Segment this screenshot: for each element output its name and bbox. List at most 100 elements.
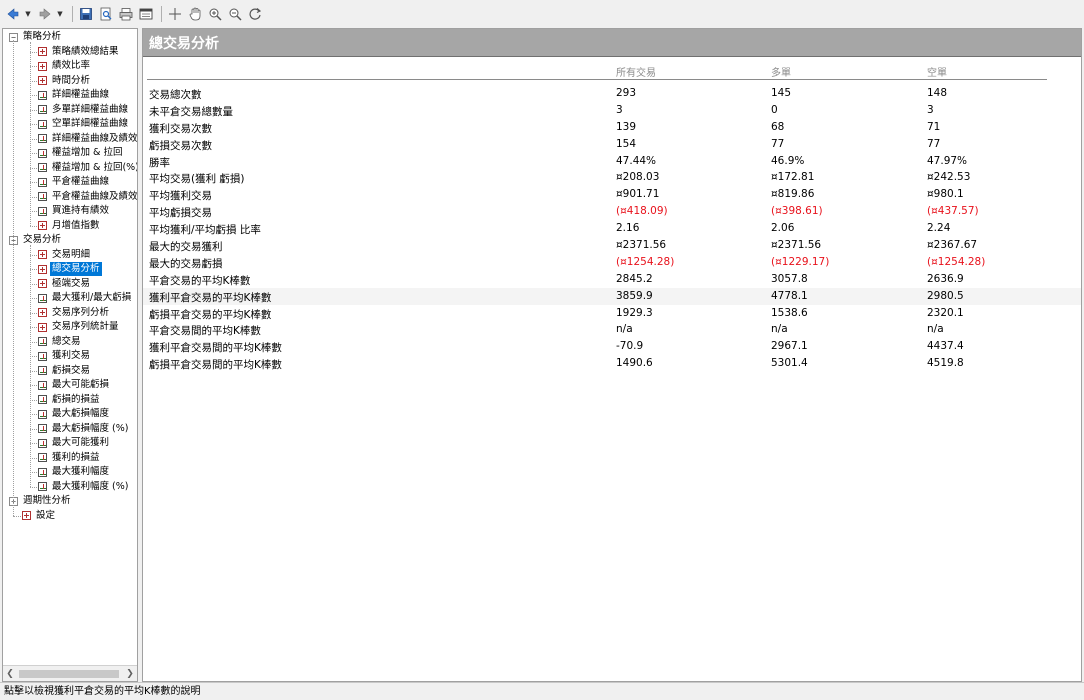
table-row[interactable]: 未平倉交易總數量 3 0 3	[143, 102, 1081, 119]
header-divider	[147, 79, 1047, 80]
tree-item[interactable]: 虧損的損益	[38, 393, 102, 407]
cell-all-trades: 47.44%	[616, 154, 657, 167]
tree-connector	[30, 196, 37, 198]
tree-item-settings[interactable]: 設定	[22, 509, 57, 523]
table-row[interactable]: 交易總次數 293 145 148	[143, 85, 1081, 102]
tree-item[interactable]: 空單詳細權益曲線	[38, 117, 130, 131]
window-icon[interactable]	[137, 5, 155, 23]
save-icon[interactable]	[77, 5, 95, 23]
tree-connector	[30, 341, 37, 343]
table-row[interactable]: 最大的交易獲利 ¤2371.56 ¤2371.56 ¤2367.67	[143, 237, 1081, 254]
tree-item[interactable]: 月增值指數	[38, 219, 102, 233]
tree-item[interactable]: 交易序列統計量	[38, 320, 121, 334]
forward-icon[interactable]	[36, 5, 54, 23]
zoom-out-icon[interactable]	[226, 5, 244, 23]
row-label: 平均獲利/平均虧損 比率	[149, 224, 261, 237]
scroll-right-icon[interactable]: ❯	[123, 667, 137, 681]
row-label: 交易總次數	[149, 89, 202, 101]
tree-item[interactable]: 最大虧損幅度 (%)	[38, 422, 130, 436]
table-row[interactable]: 獲利交易次數 139 68 71	[143, 119, 1081, 136]
cell-long-trades: (¤398.61)	[771, 205, 823, 218]
table-row[interactable]: 平倉交易間的平均K棒數 n/a n/a n/a	[143, 321, 1081, 338]
tree-item[interactable]: 總交易	[38, 335, 83, 349]
crosshair-icon[interactable]	[166, 5, 184, 23]
tree-item[interactable]: 最大可能獲利	[38, 436, 111, 450]
tree-item-label: 詳細權益曲線及績效	[52, 132, 137, 144]
cell-all-trades: 1929.3	[616, 306, 653, 319]
scrollbar-thumb[interactable]	[19, 669, 119, 678]
tree-item-label: 權益增加 & 拉回	[52, 147, 123, 158]
tree-item[interactable]: 獲利交易	[38, 349, 92, 363]
cell-long-trades: 46.9%	[771, 154, 805, 167]
tree-connector	[30, 370, 37, 372]
tree-item-label: 最大獲利幅度 (%)	[52, 480, 129, 492]
table-row[interactable]: 平均獲利/平均虧損 比率 2.16 2.06 2.24	[143, 220, 1081, 237]
tree-item[interactable]: 極端交易	[38, 277, 92, 291]
tree-item-label: 詳細權益曲線	[52, 89, 110, 100]
tree-item[interactable]: 平倉權益曲線及績效	[38, 190, 137, 204]
back-icon[interactable]	[4, 5, 22, 23]
table-row[interactable]: 獲利平倉交易的平均K棒數 3859.9 4778.1 2980.5	[143, 287, 1081, 305]
cell-long-trades: 1538.6	[771, 306, 808, 319]
tree-item-label: 交易序列分析	[52, 306, 110, 318]
tree-group-0[interactable]: − 策略分析	[9, 30, 63, 44]
table-row[interactable]: 最大的交易虧損 (¤1254.28) (¤1229.17) (¤1254.28)	[143, 254, 1081, 271]
tree-item[interactable]: 多單詳細權益曲線	[38, 103, 130, 117]
scrollbar-track[interactable]	[17, 667, 123, 681]
zoom-in-icon[interactable]	[206, 5, 224, 23]
tree-item[interactable]: 詳細權益曲線及績效	[38, 132, 137, 146]
table-row[interactable]: 虧損平倉交易的平均K棒數 1929.3 1538.6 2320.1	[143, 305, 1081, 322]
tree-connector	[30, 138, 37, 140]
tree-group-1[interactable]: − 交易分析	[9, 233, 63, 247]
table-row[interactable]: 平均虧損交易 (¤418.09) (¤398.61) (¤437.57)	[143, 203, 1081, 220]
table-row[interactable]: 虧損平倉交易間的平均K棒數 1490.6 5301.4 4519.8	[143, 355, 1081, 372]
tree-item[interactable]: 時間分析	[38, 74, 92, 88]
tree-item[interactable]: 策略績效總結果	[38, 45, 121, 59]
tree-item-label: 獲利的損益	[52, 451, 100, 463]
tree-item[interactable]: 最大獲利/最大虧損	[38, 291, 133, 305]
row-label: 平均交易(獲利 虧損)	[149, 173, 245, 186]
tree-item-label: 最大可能獲利	[52, 437, 110, 448]
hand-pan-icon[interactable]	[186, 5, 204, 23]
tree-item[interactable]: 權益增加 & 拉回	[38, 146, 124, 160]
print-preview-icon[interactable]	[97, 5, 115, 23]
tree-item[interactable]: 買進持有績效	[38, 204, 111, 218]
tree-item[interactable]: 最大獲利幅度 (%)	[38, 480, 130, 494]
table-row[interactable]: 獲利平倉交易間的平均K棒數 -70.9 2967.1 4437.4	[143, 338, 1081, 355]
tree-item[interactable]: 交易明細	[38, 248, 92, 262]
print-icon[interactable]	[117, 5, 135, 23]
tree-group-label: 週期性分析	[23, 495, 71, 506]
tree-connector	[30, 167, 37, 169]
tree-horizontal-scrollbar[interactable]: ❮ ❯	[3, 665, 137, 681]
tree-item[interactable]: 總交易分析	[38, 262, 102, 276]
navigation-tree-panel: − 策略分析 策略績效總結果 績效比率 時間分析 詳細權益曲線多單詳細權益曲線 空單詳細權益…	[2, 28, 138, 682]
table-row[interactable]: 平均獲利交易 ¤901.71 ¤819.86 ¤980.1	[143, 186, 1081, 203]
tree-item[interactable]: 詳細權益曲線	[38, 88, 111, 102]
tree-group-2[interactable]: + 週期性分析	[9, 494, 73, 508]
tree-item[interactable]: 最大可能虧損	[38, 378, 111, 392]
cell-long-trades: 145	[771, 87, 792, 99]
table-row[interactable]: 虧損交易次數 154 77 77	[143, 136, 1081, 153]
cell-all-trades: ¤208.03	[616, 171, 660, 184]
tree-item[interactable]: 平倉權益曲線	[38, 175, 111, 189]
tree-connector	[30, 428, 37, 430]
scroll-left-icon[interactable]: ❮	[3, 667, 17, 681]
tree-connector	[30, 153, 37, 154]
tree-item[interactable]: 交易序列分析	[38, 306, 111, 320]
tree-item[interactable]: 權益增加 & 拉回(%)	[38, 161, 137, 175]
forward-dropdown-icon[interactable]: ▼	[56, 5, 64, 23]
row-label: 獲利平倉交易間的平均K棒數	[149, 342, 282, 355]
back-dropdown-icon[interactable]: ▼	[24, 5, 32, 23]
tree-item[interactable]: 虧損交易	[38, 364, 92, 378]
tree-item[interactable]: 獲利的損益	[38, 451, 102, 465]
tree-connector	[30, 443, 37, 444]
table-row[interactable]: 平均交易(獲利 虧損) ¤208.03 ¤172.81 ¤242.53	[143, 169, 1081, 186]
table-row[interactable]: 平倉交易的平均K棒數 2845.2 3057.8 2636.9	[143, 271, 1081, 288]
tree-connector	[30, 109, 37, 111]
refresh-icon[interactable]	[246, 5, 264, 23]
table-row[interactable]: 勝率 47.44% 46.9% 47.97%	[143, 153, 1081, 170]
tree-item[interactable]: 最大獲利幅度	[38, 465, 111, 479]
chart-report-icon	[38, 467, 47, 477]
tree-item[interactable]: 最大虧損幅度	[38, 407, 111, 421]
tree-item[interactable]: 績效比率	[38, 59, 92, 73]
